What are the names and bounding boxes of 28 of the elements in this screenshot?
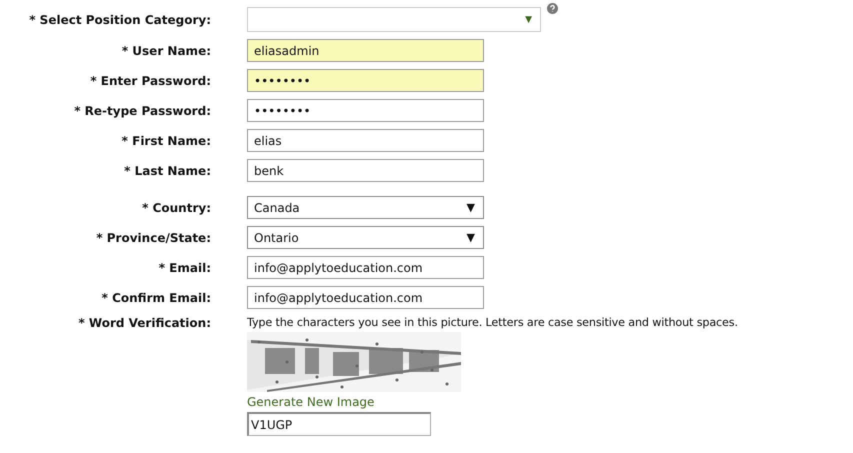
field-label: * Province/State: [96,230,211,244]
input-field[interactable]: V1UGP [247,412,431,436]
generate-image-link[interactable]: Generate New Image [247,395,374,409]
field-label: * Select Position Category: [29,12,211,26]
help-icon[interactable] [547,3,558,14]
input-field[interactable]: eliasadmin [247,39,484,62]
field-label: * First Name: [122,134,211,148]
instruction-text: Type the characters you see in this picture. Letters are case sensitive and without spaces. [247,316,738,329]
input-field[interactable]: elias [247,129,484,152]
caret-icon: ▼ [466,201,475,214]
field-label: * Word Verification: [78,316,211,330]
dropdown[interactable]: Ontario ▼ [247,226,484,249]
field-label: * Last Name: [124,164,211,178]
field-label: * Re-type Password: [74,104,211,118]
input-field[interactable]: benk [247,159,484,182]
field-label: * User Name: [122,44,211,58]
field-label: * Email: [158,260,211,274]
input-field[interactable]: info@applytoeducation.com [247,286,484,309]
input-field[interactable]: •••••••• [247,99,484,122]
input-field[interactable]: •••••••• [247,69,484,92]
dropdown[interactable]: Canada ▼ [247,196,484,219]
caret-icon: ▼ [525,14,532,24]
caret-icon: ▼ [466,231,475,244]
input-field[interactable]: info@applytoeducation.com [247,256,484,279]
field-label: * Country: [142,200,211,214]
field-label: * Enter Password: [90,74,211,88]
dropdown[interactable]: ▼ [247,7,541,32]
field-label: * Confirm Email: [102,290,211,304]
